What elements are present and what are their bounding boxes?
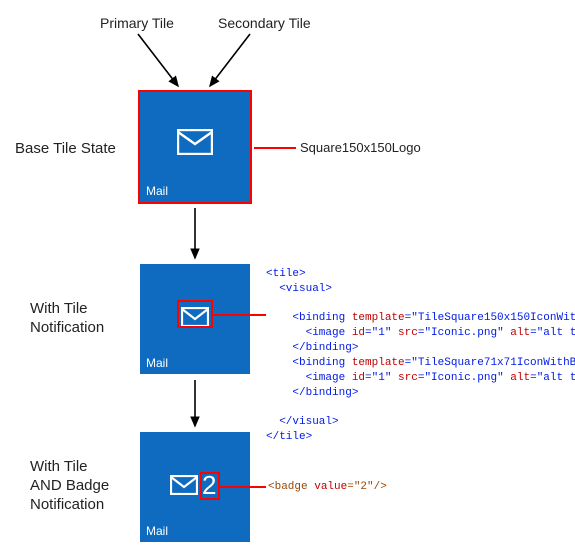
row3-label-l3: Notification [30,496,109,515]
badge-xml-code: <badge value="2"/> [268,480,387,495]
row3-label-l1: With Tile [30,458,109,477]
xml: ="2" [347,481,373,493]
tile-badge-label: Mail [146,524,168,538]
xml: /> [374,481,387,493]
mail-icon [170,475,198,495]
xml: <badge [268,481,314,493]
row3-label: With Tile AND Badge Notification [30,458,109,514]
badge-value: 2 [202,470,216,501]
row3-label-l2: AND Badge [30,477,109,496]
callout-line-badge [220,486,266,488]
xml: value [314,481,347,493]
